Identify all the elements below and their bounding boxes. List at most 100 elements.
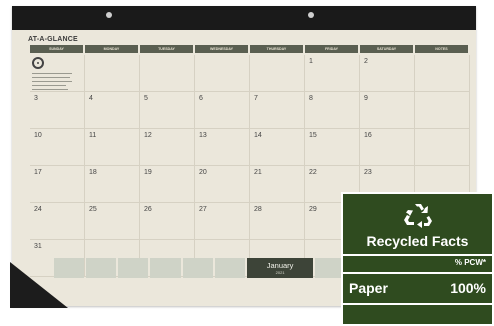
day-cell: 15 xyxy=(305,129,360,166)
day-cell: 2 xyxy=(360,55,415,92)
day-number: 9 xyxy=(364,95,368,102)
day-number: 26 xyxy=(144,206,152,213)
day-number: 17 xyxy=(34,169,42,176)
day-cell: 8 xyxy=(305,92,360,129)
day-number: 28 xyxy=(254,206,262,213)
day-number: 31 xyxy=(34,243,42,250)
day-number: 6 xyxy=(199,95,203,102)
day-header: MONDAY xyxy=(85,45,138,53)
current-month-tab: January 2021 xyxy=(246,258,314,278)
day-header: NOTES xyxy=(415,45,468,53)
day-cell: 5 xyxy=(140,92,195,129)
day-cell: 9 xyxy=(360,92,415,129)
day-number: 21 xyxy=(254,169,262,176)
day-number: 16 xyxy=(364,132,372,139)
day-number: 4 xyxy=(89,95,93,102)
day-cell: 12 xyxy=(140,129,195,166)
current-month-label: January xyxy=(266,260,294,270)
day-number: 2 xyxy=(364,58,368,65)
mini-month xyxy=(182,258,213,278)
hanging-hole-left xyxy=(106,12,112,18)
recycle-icon xyxy=(404,204,432,228)
day-number: 13 xyxy=(199,132,207,139)
top-binding-bar xyxy=(12,6,476,30)
day-number: 25 xyxy=(89,206,97,213)
day-cell: 4 xyxy=(85,92,140,129)
paper-value: 100% xyxy=(450,280,486,296)
legend-block xyxy=(32,57,76,97)
day-header-row: SUNDAY MONDAY TUESDAY WEDNESDAY THURSDAY… xyxy=(30,45,470,53)
day-number: 12 xyxy=(144,132,152,139)
day-header: WEDNESDAY xyxy=(195,45,248,53)
day-number: 27 xyxy=(199,206,207,213)
day-cell: 11 xyxy=(85,129,140,166)
hanging-hole-right xyxy=(308,12,314,18)
recycled-facts-badge: Recycled Facts % PCW* Paper 100% xyxy=(341,192,494,326)
day-number: 29 xyxy=(309,206,317,213)
day-cell: 10 xyxy=(30,129,85,166)
notes-cell xyxy=(415,55,470,92)
badge-title: Recycled Facts xyxy=(366,233,469,249)
day-number: 5 xyxy=(144,95,148,102)
day-cell: 26 xyxy=(140,203,195,240)
badge-divider xyxy=(343,272,492,274)
day-cell: 20 xyxy=(195,166,250,203)
day-cell: 24 xyxy=(30,203,85,240)
mini-month xyxy=(150,258,181,278)
current-year-label: 2021 xyxy=(275,269,285,275)
day-cell: 1 xyxy=(305,55,360,92)
day-number: 24 xyxy=(34,206,42,213)
mini-month xyxy=(214,258,245,278)
day-number: 7 xyxy=(254,95,258,102)
day-cell: 6 xyxy=(195,92,250,129)
legend-line xyxy=(32,77,70,78)
day-header: FRIDAY xyxy=(305,45,358,53)
day-number: 10 xyxy=(34,132,42,139)
day-cell: 3 xyxy=(30,92,85,129)
day-number: 14 xyxy=(254,132,262,139)
paper-label: Paper xyxy=(349,280,388,296)
ring-icon xyxy=(32,57,44,69)
legend-line xyxy=(32,89,68,90)
day-number: 18 xyxy=(89,169,97,176)
badge-divider xyxy=(343,254,492,256)
day-number: 22 xyxy=(309,169,317,176)
day-cell: 14 xyxy=(250,129,305,166)
day-cell: 16 xyxy=(360,129,415,166)
notes-cell xyxy=(415,92,470,129)
day-number: 11 xyxy=(89,132,97,139)
day-cell: 27 xyxy=(195,203,250,240)
day-cell: 25 xyxy=(85,203,140,240)
badge-divider xyxy=(343,303,492,305)
day-cell: 17 xyxy=(30,166,85,203)
day-number: 1 xyxy=(309,58,313,65)
day-number: 20 xyxy=(199,169,207,176)
day-number: 15 xyxy=(309,132,317,139)
day-cell xyxy=(250,55,305,92)
day-header: THURSDAY xyxy=(250,45,303,53)
legend-line xyxy=(32,73,72,74)
day-cell xyxy=(85,55,140,92)
day-cell xyxy=(140,55,195,92)
day-number: 23 xyxy=(364,169,372,176)
day-cell: 28 xyxy=(250,203,305,240)
brand-logo-text: AT-A-GLANCE xyxy=(28,36,78,43)
corner-protector xyxy=(10,262,68,308)
pcw-label: % PCW* xyxy=(454,258,486,267)
day-cell: 19 xyxy=(140,166,195,203)
day-header: TUESDAY xyxy=(140,45,193,53)
day-cell: 18 xyxy=(85,166,140,203)
day-cell: 13 xyxy=(195,129,250,166)
mini-month xyxy=(118,258,149,278)
legend-line xyxy=(32,85,66,86)
day-header: SATURDAY xyxy=(360,45,413,53)
mini-month xyxy=(86,258,117,278)
notes-cell xyxy=(415,129,470,166)
legend-line xyxy=(32,81,72,82)
day-cell xyxy=(195,55,250,92)
day-header: SUNDAY xyxy=(30,45,83,53)
day-cell: 21 xyxy=(250,166,305,203)
day-number: 19 xyxy=(144,169,152,176)
day-number: 8 xyxy=(309,95,313,102)
day-cell: 7 xyxy=(250,92,305,129)
